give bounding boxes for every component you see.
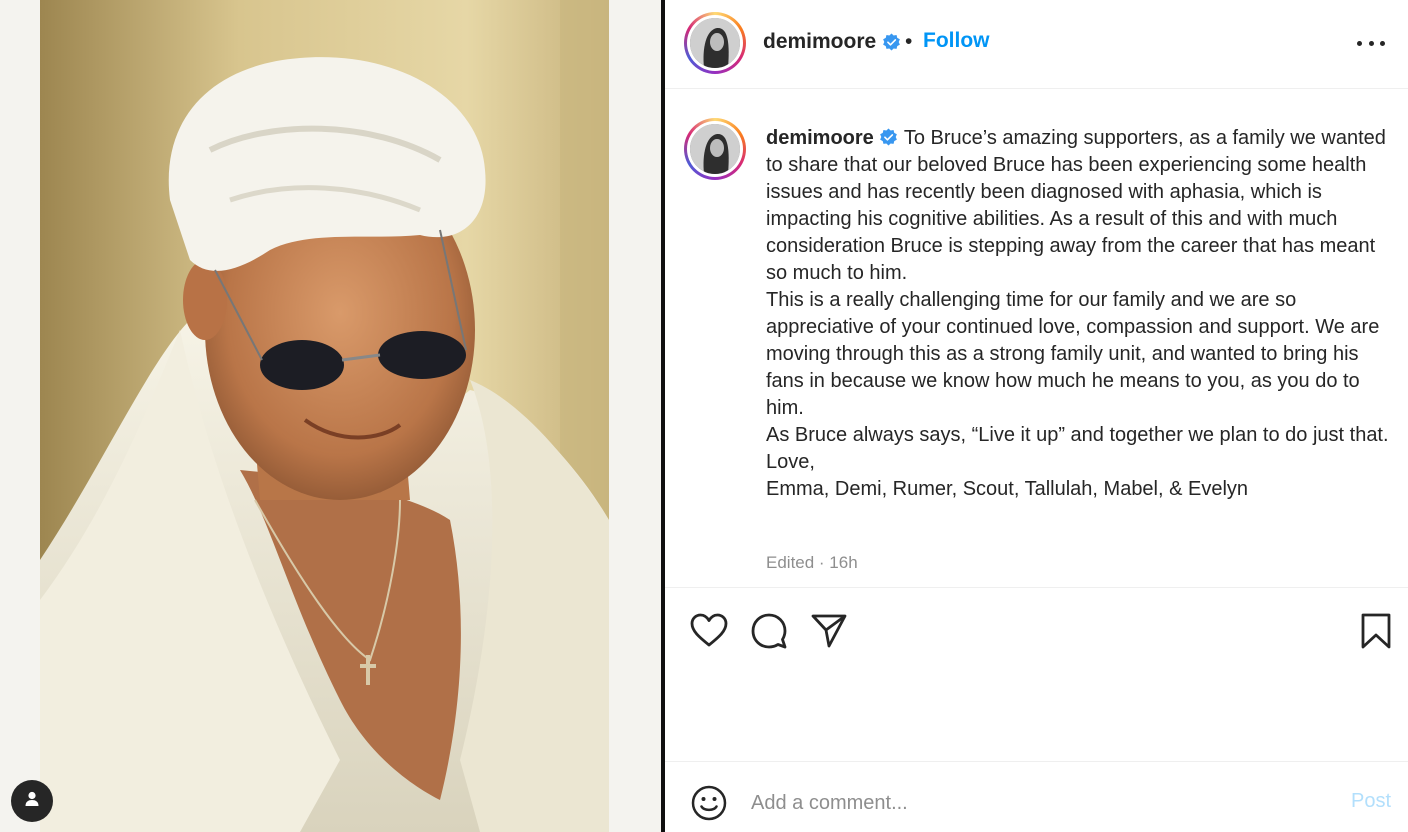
post-photo[interactable] (40, 0, 609, 832)
caption-paragraph: demimoore To Bruce’s amazing supporters,… (766, 125, 1398, 287)
save-button[interactable] (1356, 611, 1396, 651)
paper-plane-icon (811, 614, 847, 648)
follow-button[interactable]: Follow (923, 29, 990, 53)
header-username[interactable]: demimoore (763, 30, 901, 54)
user-tag-button[interactable] (11, 780, 53, 822)
comment-bar: Post (665, 761, 1408, 832)
caption-username[interactable]: demimoore (766, 127, 874, 149)
more-options-button[interactable] (1357, 38, 1385, 48)
verified-badge-icon (883, 32, 901, 50)
caption-paragraph: Love, (766, 451, 815, 473)
like-button[interactable] (689, 611, 729, 651)
caption-paragraph: As Bruce always says, “Live it up” and t… (766, 424, 1389, 446)
smiley-icon (691, 785, 727, 821)
comment-bubble-icon (751, 613, 787, 649)
heart-icon (690, 613, 728, 647)
avatar-photo-icon (690, 124, 740, 174)
header-separator: • (905, 30, 913, 53)
verified-badge-icon (879, 128, 897, 146)
avatar-photo-icon (690, 18, 740, 68)
caption-text: To Bruce’s amazing supporters, as a fami… (766, 127, 1386, 284)
comment-input[interactable] (751, 788, 1311, 818)
share-button[interactable] (809, 611, 849, 651)
post-media-pane (0, 0, 661, 832)
bookmark-icon (1361, 613, 1391, 649)
user-tag-icon (22, 789, 42, 814)
action-bar (665, 589, 1408, 669)
post-photo-illustration (40, 0, 609, 832)
post-timestamp[interactable]: Edited · 16h (766, 553, 858, 573)
caption-paragraph: This is a really challenging time for ou… (766, 289, 1380, 419)
header-username-text[interactable]: demimoore (763, 30, 876, 54)
post-comment-button[interactable]: Post (1351, 790, 1391, 813)
more-options-icon (1357, 40, 1362, 46)
post-header: demimoore • Follow (665, 0, 1408, 89)
post-info-pane: demimoore • Follow demimoore To Bruce’s … (665, 0, 1408, 832)
emoji-button[interactable] (690, 784, 728, 822)
header-avatar[interactable] (684, 12, 746, 74)
caption-section: demimoore To Bruce’s amazing supporters,… (665, 90, 1408, 588)
comment-button[interactable] (749, 611, 789, 651)
post-caption: demimoore To Bruce’s amazing supporters,… (766, 125, 1398, 503)
caption-paragraph: Emma, Demi, Rumer, Scout, Tallulah, Mabe… (766, 478, 1249, 500)
caption-avatar[interactable] (684, 118, 746, 180)
